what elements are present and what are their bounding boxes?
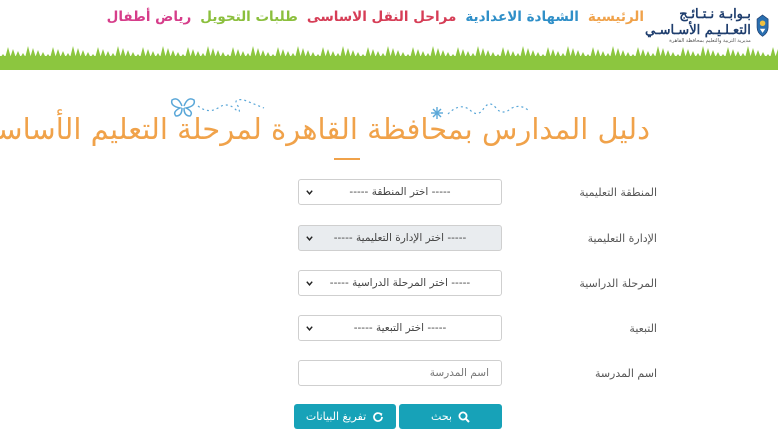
logo-line-2: التعـلـيـم الأسـاسـي (645, 23, 751, 38)
main-nav: الرئيسية الشهادة الاعدادية مراحل النقل ا… (107, 9, 644, 25)
chevron-down-icon (306, 326, 313, 331)
affiliation-select-value: ----- اختر التبعية ----- (353, 322, 447, 334)
stage-label: المرحلة الدراسية (579, 277, 657, 290)
nav-item-home[interactable]: الرئيسية (588, 9, 644, 25)
region-select[interactable]: ----- اختر المنطقة ----- (298, 179, 502, 205)
stage-select[interactable]: ----- اختر المرحلة الدراسية ----- (298, 270, 502, 296)
nav-item-transfer-requests[interactable]: طلبات التحويل (200, 9, 298, 25)
grass-decoration (0, 46, 778, 70)
clear-data-button-label: تفريغ البيانات (305, 410, 367, 423)
school-name-label: اسم المدرسة (594, 367, 657, 380)
search-icon (458, 411, 470, 423)
region-label: المنطقة التعليمية (579, 186, 657, 199)
chevron-down-icon (306, 236, 313, 241)
clear-data-button[interactable]: تفريغ البيانات (294, 404, 396, 429)
logo-text: بـوابـة نـتـائـج التعـلـيـم الأسـاسـي مد… (645, 8, 751, 44)
refresh-icon (373, 411, 383, 422)
search-button[interactable]: بحث (399, 404, 502, 429)
nav-item-preparatory-certificate[interactable]: الشهادة الاعدادية (465, 9, 579, 25)
affiliation-select[interactable]: ----- اختر التبعية ----- (298, 315, 502, 341)
administration-select-value: ----- اختر الإدارة التعليمية ----- (333, 232, 467, 244)
title-underline (334, 158, 360, 160)
logo-line-1: بـوابـة نـتـائـج (679, 7, 751, 22)
search-button-label: بحث (431, 410, 452, 423)
stage-select-value: ----- اختر المرحلة الدراسية ----- (329, 277, 471, 289)
page-title: دليل المدارس بمحافظة القاهرة لمرحلة التع… (0, 112, 650, 146)
nav-item-basic-transfer-stages[interactable]: مراحل النقل الاساسى (307, 9, 457, 25)
emblem-icon (756, 14, 769, 37)
school-name-input[interactable]: اسم المدرسة (298, 360, 502, 386)
region-select-value: ----- اختر المنطقة ----- (349, 186, 451, 198)
chevron-down-icon (306, 281, 313, 286)
administration-select[interactable]: ----- اختر الإدارة التعليمية ----- (298, 225, 502, 251)
administration-label: الإدارة التعليمية (587, 232, 657, 245)
site-logo[interactable]: بـوابـة نـتـائـج التعـلـيـم الأسـاسـي مد… (645, 6, 770, 46)
affiliation-label: التبعية (629, 322, 657, 335)
school-name-placeholder: اسم المدرسة (429, 367, 489, 379)
chevron-down-icon (306, 190, 313, 195)
nav-item-kindergarten[interactable]: رياض أطفال (107, 9, 192, 25)
